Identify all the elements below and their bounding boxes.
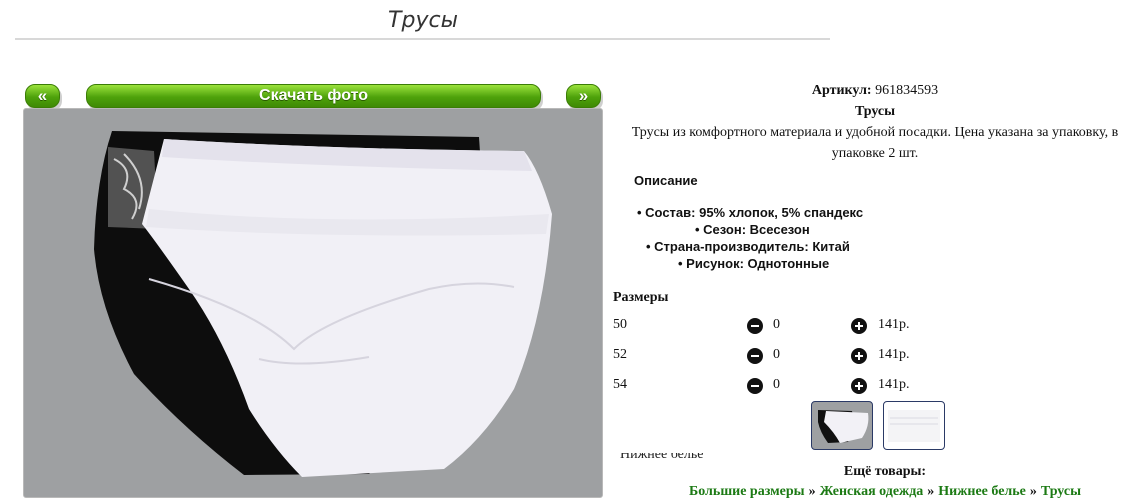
product-description: Трусы из комфортного материала и удобной… — [631, 125, 1119, 161]
briefs-image — [94, 131, 552, 477]
photo-thumbnail[interactable] — [883, 401, 945, 450]
photo-thumbnail[interactable] — [811, 401, 873, 450]
increase-qty-icon[interactable] — [851, 348, 867, 364]
breadcrumb-link[interactable]: Женская одежда — [820, 484, 924, 499]
spec-item: • Рисунок: Однотонные — [678, 256, 830, 271]
article-line: Артикул: 961834593 — [630, 80, 1120, 101]
spec-item: • Сезон: Всесезон — [695, 222, 810, 237]
breadcrumb-separator: » — [808, 484, 816, 499]
price-value: 141р. — [878, 377, 910, 392]
size-row: 50 0 141р. — [613, 317, 1033, 337]
more-products-heading: Ещё товары: — [843, 464, 927, 479]
breadcrumb-link[interactable]: Нижнее белье — [938, 484, 1026, 499]
price-value: 141р. — [878, 347, 910, 362]
decrease-qty-icon[interactable] — [747, 378, 763, 394]
size-row: 54 0 141р. — [613, 377, 1033, 397]
article-value: 961834593 — [875, 83, 939, 98]
qty-value: 0 — [773, 347, 780, 362]
prev-photo-button[interactable]: « — [25, 84, 60, 108]
spec-item: • Состав: 95% хлопок, 5% спандекс — [637, 205, 864, 220]
decrease-qty-icon[interactable] — [747, 348, 763, 364]
thumbnail-image — [888, 410, 940, 442]
specs-heading: Описание — [634, 173, 698, 188]
spec-item: • Страна-производитель: Китай — [646, 239, 850, 254]
product-info: Артикул: 961834593 Трусы Трусы из комфор… — [630, 80, 1120, 164]
title-divider — [15, 38, 830, 40]
sizes-heading: Размеры — [613, 290, 669, 305]
next-photo-button[interactable]: » — [566, 84, 601, 108]
breadcrumb: Большие размеры» Женская одежда» Нижнее бе… — [630, 484, 1140, 500]
page-title: Трусы — [388, 8, 458, 33]
increase-qty-icon[interactable] — [851, 378, 867, 394]
price-value: 141р. — [878, 317, 910, 332]
specs-list: • Состав: 95% хлопок, 5% спандекс • Сезо… — [611, 204, 1131, 272]
breadcrumb-separator: » — [927, 484, 935, 499]
partial-text: Нижнее белье — [620, 453, 704, 462]
size-row: 52 0 141р. — [613, 347, 1033, 367]
qty-value: 0 — [773, 377, 780, 392]
decrease-qty-icon[interactable] — [747, 318, 763, 334]
article-label: Артикул: — [811, 83, 872, 98]
thumbnail-image — [818, 410, 869, 443]
size-label: 50 — [613, 317, 627, 332]
size-label: 52 — [613, 347, 627, 362]
breadcrumb-link[interactable]: Трусы — [1041, 484, 1081, 499]
product-photo[interactable] — [23, 108, 603, 498]
size-label: 54 — [613, 377, 627, 392]
breadcrumb-link[interactable]: Большие размеры — [689, 484, 805, 499]
increase-qty-icon[interactable] — [851, 318, 867, 334]
product-name: Трусы — [854, 104, 896, 119]
download-photo-button[interactable]: Скачать фото — [86, 84, 541, 108]
breadcrumb-separator: » — [1029, 484, 1037, 499]
qty-value: 0 — [773, 317, 780, 332]
